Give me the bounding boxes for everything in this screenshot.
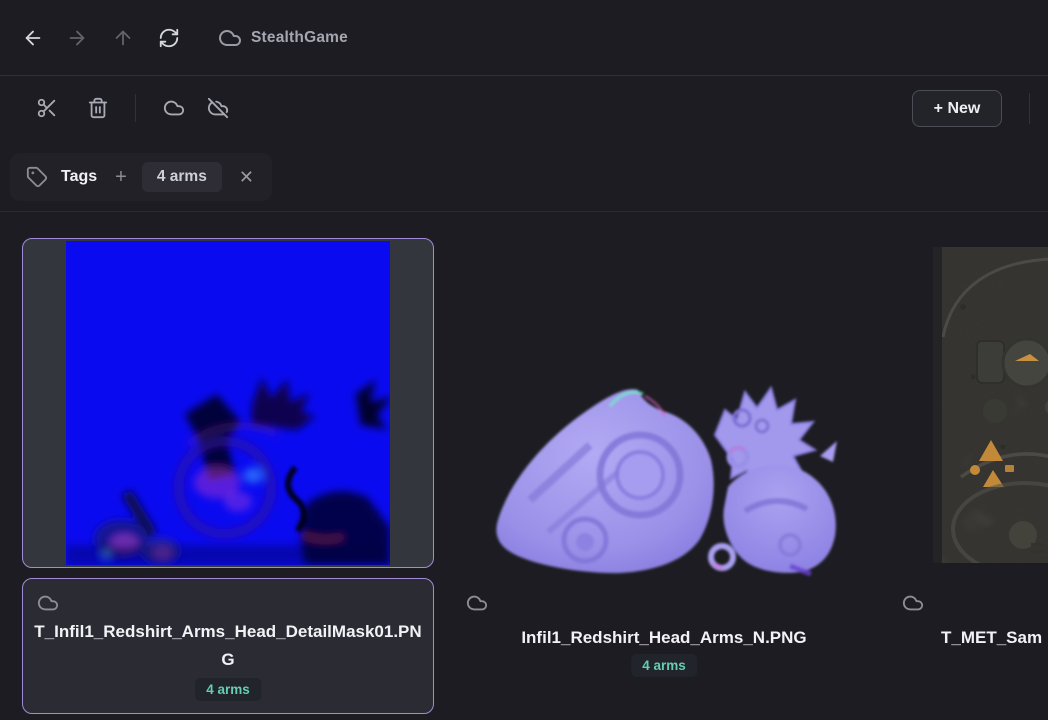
synced-cloud-icon: [466, 592, 488, 614]
tags-label: Tags: [61, 168, 97, 186]
back-arrow-icon[interactable]: [22, 27, 44, 49]
synced-cloud-icon: [37, 592, 59, 614]
asset-thumbnail-grunge[interactable]: [933, 247, 1048, 563]
asset-filename[interactable]: T_MET_Sam: [941, 624, 1042, 652]
tags-filter-bar: Tags + 4 arms ✕: [10, 153, 272, 201]
cloud-off-icon[interactable]: [207, 97, 229, 119]
project-name: StealthGame: [251, 29, 348, 47]
add-tag-button[interactable]: +: [115, 167, 127, 187]
tag-badge[interactable]: 4 arms: [631, 654, 697, 677]
new-button[interactable]: + New: [912, 90, 1002, 127]
top-nav-bar: StealthGame: [0, 0, 1048, 76]
synced-cloud-icon: [902, 592, 924, 614]
cloud-icon[interactable]: [163, 97, 185, 119]
asset-filename: T_Infil1_Redshirt_Arms_Head_DetailMask01…: [29, 618, 427, 674]
refresh-icon[interactable]: [158, 27, 180, 49]
asset-thumbnail-normal-map[interactable]: [490, 360, 850, 578]
forward-arrow-icon[interactable]: [66, 27, 88, 49]
tag-badge[interactable]: 4 arms: [195, 678, 261, 701]
content-divider: [0, 211, 1048, 212]
scissors-icon[interactable]: [36, 97, 58, 119]
blue-detail-mask-texture: [66, 241, 390, 565]
tag-chip-4-arms[interactable]: 4 arms: [142, 162, 222, 192]
asset-filename[interactable]: Infil1_Redshirt_Head_Arms_N.PNG: [458, 624, 870, 652]
project-cloud-icon: [218, 26, 242, 50]
asset-browser-window: { "topbar": { "project_name": "StealthGa…: [0, 0, 1048, 720]
toolbar-divider: [135, 94, 136, 122]
asset-thumbnail-detailmask[interactable]: [22, 238, 434, 568]
trash-icon[interactable]: [87, 97, 109, 119]
up-arrow-icon[interactable]: [112, 27, 134, 49]
toolbar-right-divider: [1029, 93, 1030, 124]
tag-icon: [26, 166, 48, 188]
remove-tag-icon[interactable]: ✕: [239, 168, 254, 186]
asset-card-detailmask[interactable]: T_Infil1_Redshirt_Arms_Head_DetailMask01…: [22, 578, 434, 714]
